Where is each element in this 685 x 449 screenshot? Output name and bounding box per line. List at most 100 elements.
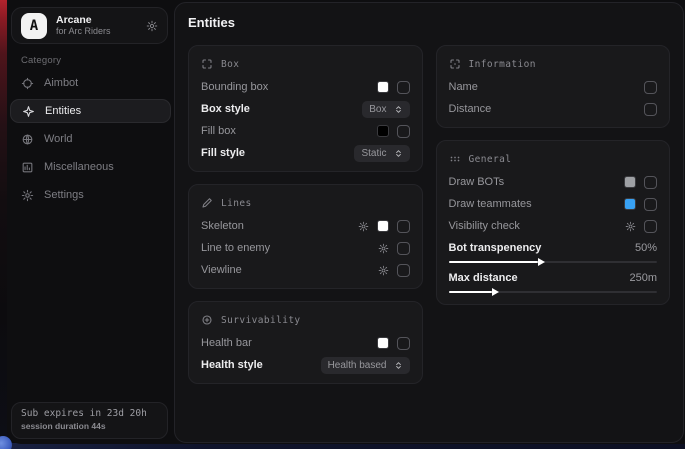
pencil-line-icon	[201, 197, 213, 209]
gear-icon[interactable]	[146, 20, 158, 32]
health-cross-icon	[201, 314, 213, 326]
scan-dot-icon	[449, 58, 461, 70]
main-panel: Entities Box Bounding box	[174, 2, 684, 443]
max-distance-slider-group: Max distance 250m	[449, 267, 658, 293]
box-style-dropdown[interactable]: Box	[362, 101, 409, 118]
line-to-enemy-row: Line to enemy	[201, 237, 410, 259]
health-bar-label: Health bar	[201, 337, 369, 349]
health-bar-row: Health bar	[201, 332, 410, 354]
left-column: Box Bounding box Box style Box	[188, 45, 423, 384]
draw-teammates-checkbox[interactable]	[644, 198, 657, 211]
max-distance-value: 250m	[629, 272, 657, 284]
draw-bots-checkbox[interactable]	[644, 176, 657, 189]
health-style-label: Health style	[201, 359, 313, 371]
avatar: A	[21, 13, 47, 39]
box-card: Box Bounding box Box style Box	[188, 45, 423, 172]
skeleton-color-swatch[interactable]	[377, 220, 389, 232]
draw-bots-row: Draw BOTs	[449, 171, 658, 193]
chart-grid-icon	[21, 161, 34, 174]
survivability-card: Survivability Health bar Health style He…	[188, 301, 423, 384]
name-row: Name	[449, 76, 658, 98]
draw-teammates-row: Draw teammates	[449, 193, 658, 215]
draw-teammates-color-swatch[interactable]	[624, 198, 636, 210]
unfold-icon	[394, 361, 403, 370]
skeleton-row: Skeleton	[201, 215, 410, 237]
card-title: Box	[221, 59, 239, 70]
bot-transparency-label: Bot transpenency	[449, 242, 635, 254]
fill-box-color-swatch[interactable]	[377, 125, 389, 137]
app-subtitle: for Arc Riders	[56, 26, 137, 36]
fill-style-dropdown[interactable]: Static	[354, 145, 409, 162]
card-title: General	[469, 154, 512, 165]
slider-thumb[interactable]	[538, 258, 545, 266]
subscription-card: Sub expires in 23d 20h session duration …	[11, 402, 168, 439]
sidebar-item-miscellaneous[interactable]: Miscellaneous	[10, 155, 171, 179]
overlay-window: A Arcane for Arc Riders Category	[7, 0, 685, 444]
globe-icon	[21, 133, 34, 146]
unfold-icon	[394, 105, 403, 114]
category-label: Category	[21, 55, 61, 66]
health-style-value: Health based	[328, 360, 387, 371]
sidebar-item-aimbot[interactable]: Aimbot	[10, 71, 171, 95]
bounding-box-label: Bounding box	[201, 81, 369, 93]
distance-checkbox[interactable]	[644, 103, 657, 116]
page-title: Entities	[188, 15, 670, 30]
lines-card: Lines Skeleton L	[188, 184, 423, 289]
name-label: Name	[449, 81, 637, 93]
sub-expiry-text: Sub expires in 23d 20h	[21, 408, 158, 419]
max-distance-label: Max distance	[449, 272, 630, 284]
session-duration-text: session duration 44s	[21, 421, 158, 431]
gear-icon[interactable]	[378, 265, 389, 276]
slider-thumb[interactable]	[492, 288, 499, 296]
bounding-box-row: Bounding box	[201, 76, 410, 98]
sidebar-nav: Aimbot Entities World	[10, 71, 171, 211]
scan-corners-icon	[201, 58, 213, 70]
sidebar-item-label: Entities	[45, 105, 81, 117]
card-title: Survivability	[221, 315, 301, 326]
health-bar-color-swatch[interactable]	[377, 337, 389, 349]
bot-transparency-slider[interactable]	[449, 261, 658, 263]
bounding-box-color-swatch[interactable]	[377, 81, 389, 93]
visibility-check-row: Visibility check	[449, 215, 658, 237]
bot-transparency-value: 50%	[635, 242, 657, 254]
viewline-row: Viewline	[201, 259, 410, 281]
skeleton-label: Skeleton	[201, 220, 350, 232]
draw-bots-label: Draw BOTs	[449, 176, 617, 188]
gear-icon[interactable]	[378, 243, 389, 254]
distance-row: Distance	[449, 98, 658, 120]
gear-icon[interactable]	[358, 221, 369, 232]
max-distance-slider[interactable]	[449, 291, 658, 293]
sidebar-item-label: Settings	[44, 189, 84, 201]
sidebar-item-label: Aimbot	[44, 77, 78, 89]
sidebar-item-settings[interactable]: Settings	[10, 183, 171, 207]
fill-style-label: Fill style	[201, 147, 346, 159]
unfold-icon	[394, 149, 403, 158]
sidebar-item-world[interactable]: World	[10, 127, 171, 151]
sidebar-item-label: Miscellaneous	[44, 161, 114, 173]
viewline-checkbox[interactable]	[397, 264, 410, 277]
fill-box-checkbox[interactable]	[397, 125, 410, 138]
line-to-enemy-label: Line to enemy	[201, 242, 370, 254]
sidebar-item-entities[interactable]: Entities	[10, 99, 171, 123]
health-bar-checkbox[interactable]	[397, 337, 410, 350]
skeleton-checkbox[interactable]	[397, 220, 410, 233]
viewline-label: Viewline	[201, 264, 370, 276]
name-checkbox[interactable]	[644, 81, 657, 94]
right-column: Information Name Distance	[436, 45, 671, 384]
logo-card: A Arcane for Arc Riders	[11, 7, 168, 44]
gear-icon[interactable]	[625, 221, 636, 232]
draw-teammates-label: Draw teammates	[449, 198, 617, 210]
visibility-check-checkbox[interactable]	[644, 220, 657, 233]
information-card: Information Name Distance	[436, 45, 671, 128]
sparkle-icon	[22, 105, 35, 118]
health-style-row: Health style Health based	[201, 354, 410, 376]
line-to-enemy-checkbox[interactable]	[397, 242, 410, 255]
health-style-dropdown[interactable]: Health based	[321, 357, 410, 374]
general-card: General Draw BOTs Draw teammates Visibil…	[436, 140, 671, 305]
bounding-box-checkbox[interactable]	[397, 81, 410, 94]
box-style-row: Box style Box	[201, 98, 410, 120]
fill-box-label: Fill box	[201, 125, 369, 137]
visibility-check-label: Visibility check	[449, 220, 618, 232]
draw-bots-color-swatch[interactable]	[624, 176, 636, 188]
sidebar: A Arcane for Arc Riders Category	[7, 0, 174, 444]
